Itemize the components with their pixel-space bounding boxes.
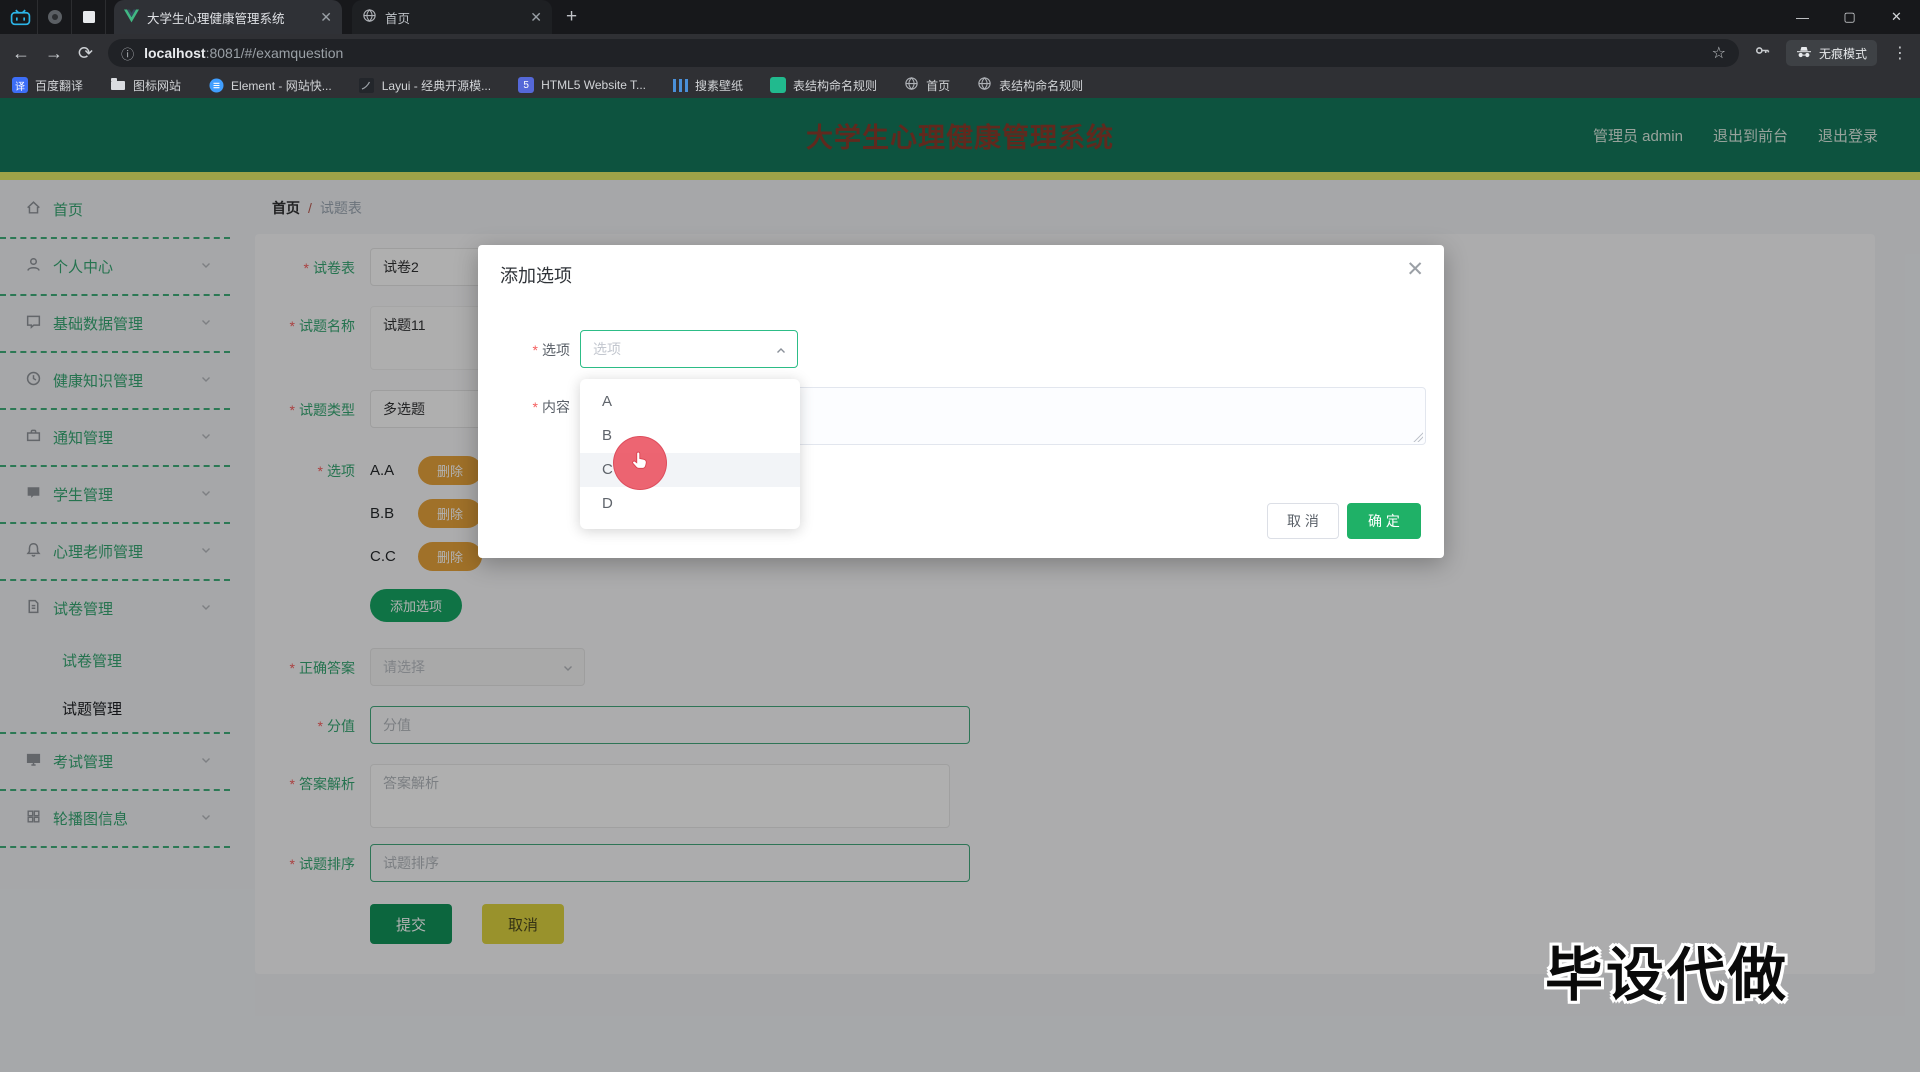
close-button[interactable]: ✕ <box>1873 0 1920 34</box>
bookmark-label: HTML5 Website T... <box>541 78 647 92</box>
window-controls: — ▢ ✕ <box>1779 0 1920 34</box>
maximize-button[interactable]: ▢ <box>1826 0 1873 34</box>
chevron-up-icon <box>775 344 787 362</box>
bookmark-item[interactable]: 译百度翻译 <box>12 77 83 94</box>
bookmark-label: 百度翻译 <box>35 78 84 93</box>
minimize-button[interactable]: — <box>1779 0 1826 34</box>
bookmark-item[interactable]: 表结构命名规则 <box>770 77 877 94</box>
dropdown-item-b[interactable]: B <box>580 419 800 453</box>
pinned-tab-circle-icon[interactable] <box>38 0 72 34</box>
incognito-label: 无痕模式 <box>1818 46 1867 61</box>
pinned-tab-tv-icon[interactable] <box>4 0 38 34</box>
bookmark-label: 图标网站 <box>133 78 182 93</box>
bookmark-item[interactable]: 搜素壁纸 <box>673 77 743 94</box>
back-icon[interactable]: ← <box>12 44 30 62</box>
tab-close-icon[interactable]: ✕ <box>320 9 332 26</box>
layui-icon <box>359 77 375 93</box>
bookmark-item[interactable]: Layui - 经典开源模... <box>359 77 491 94</box>
pinned-tab-square-icon[interactable] <box>72 0 106 34</box>
bookmark-item[interactable]: 5 HTML5 Website T... <box>518 77 646 93</box>
translate-icon: 译 <box>12 77 28 93</box>
forward-icon[interactable]: → <box>45 44 63 62</box>
browser-menu-icon[interactable]: ⋮ <box>1892 43 1908 63</box>
bookmark-item[interactable]: Element - 网站快... <box>208 77 332 94</box>
reload-icon[interactable]: ⟳ <box>78 44 93 62</box>
bookmark-star-icon[interactable]: ☆ <box>1712 43 1726 63</box>
dialog-cancel-button[interactable]: 取 消 <box>1267 503 1339 539</box>
site-info-icon[interactable]: ⓘ <box>121 44 134 63</box>
bookmark-label: 表结构命名规则 <box>793 78 878 93</box>
watermark-text: 毕设代做 <box>1545 943 1790 1008</box>
bookmark-item[interactable]: 表结构命名规则 <box>977 76 1083 94</box>
address-bar[interactable]: ⓘ localhost:8081/#/examquestion ☆ <box>108 39 1739 67</box>
bookmark-label: 搜素壁纸 <box>695 78 744 93</box>
globe-icon <box>904 76 919 94</box>
incognito-badge: 无痕模式 <box>1785 40 1877 66</box>
url-path: :8081/#/examquestion <box>205 45 344 61</box>
dialog-option-label: 选项 <box>490 340 570 360</box>
option-dropdown: A B C D <box>580 379 800 529</box>
element-icon <box>208 77 224 93</box>
pinned-tabs <box>0 0 110 34</box>
dialog-option-select[interactable]: 选项 <box>580 330 798 368</box>
bookmark-label: Layui - 经典开源模... <box>381 78 492 93</box>
bookmarks-bar: 译百度翻译 图标网站 Element - 网站快... Layui - 经典开源… <box>0 72 1920 98</box>
dialog-content-label: 内容 <box>490 397 570 417</box>
browser-toolbar: ← → ⟳ ⓘ localhost:8081/#/examquestion ☆ … <box>0 34 1920 72</box>
incognito-icon <box>1796 45 1812 62</box>
hand-cursor-icon <box>627 448 653 479</box>
new-tab-button[interactable]: + <box>566 6 577 28</box>
dropdown-item-a[interactable]: A <box>580 385 800 419</box>
bars-icon <box>673 78 689 92</box>
web-page: 大学生心理健康管理系统 管理员 admin 退出到前台 退出登录 首页 个人中心… <box>0 98 1920 1072</box>
green-square-icon <box>770 77 787 93</box>
globe-icon <box>362 8 377 26</box>
url-text[interactable]: localhost:8081/#/examquestion <box>144 45 343 61</box>
bookmark-item[interactable]: 图标网站 <box>110 77 181 94</box>
html5-icon: 5 <box>518 77 535 93</box>
browser-tab-bar: 大学生心理健康管理系统 ✕ 首页 ✕ + — ▢ ✕ <box>0 0 1920 34</box>
dropdown-item-d[interactable]: D <box>580 487 800 521</box>
tab-title: 首页 <box>385 11 411 26</box>
tab-inactive[interactable]: 首页 ✕ <box>352 0 552 34</box>
dialog-title: 添加选项 <box>500 266 572 286</box>
globe-icon <box>977 76 992 94</box>
tab-active[interactable]: 大学生心理健康管理系统 ✕ <box>114 0 342 34</box>
bookmark-label: 首页 <box>926 78 951 93</box>
bookmark-label: Element - 网站快... <box>231 78 332 93</box>
url-host: localhost <box>144 45 206 61</box>
tab-title: 大学生心理健康管理系统 <box>147 11 285 26</box>
key-icon[interactable] <box>1754 42 1771 64</box>
dialog-confirm-button[interactable]: 确 定 <box>1347 503 1421 539</box>
folder-icon <box>110 77 126 93</box>
vue-logo-icon <box>124 8 139 26</box>
tab-close-icon[interactable]: ✕ <box>530 9 542 26</box>
dialog-close-icon[interactable]: ✕ <box>1406 257 1424 282</box>
bookmark-label: 表结构命名规则 <box>999 78 1084 93</box>
bookmark-item[interactable]: 首页 <box>904 76 950 94</box>
cursor-click-indicator <box>613 436 667 490</box>
